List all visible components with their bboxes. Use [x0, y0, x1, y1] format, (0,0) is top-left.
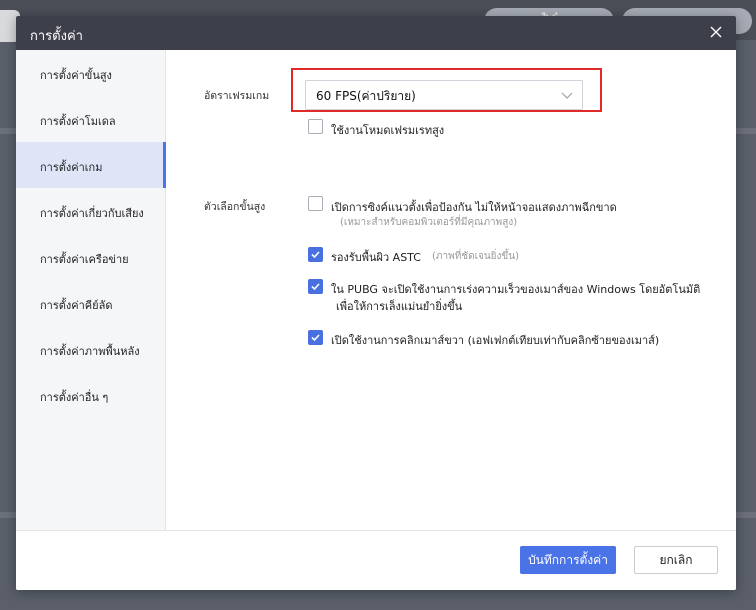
mouse-acceleration-checkbox[interactable] — [308, 279, 323, 294]
sidebar-item-label: การตั้งค่าเกี่ยวกับเสียง — [40, 207, 144, 220]
check-icon — [311, 283, 320, 291]
dialog-titlebar: การตั้งค่า — [16, 16, 736, 50]
sidebar-item-label: การตั้งค่าคีย์ลัด — [40, 299, 113, 312]
sidebar-item-wallpaper[interactable]: การตั้งค่าภาพพื้นหลัง — [16, 326, 165, 372]
sidebar-item-advanced[interactable]: การตั้งค่าขั้นสูง — [16, 50, 165, 96]
high-framerate-label: ใช้งานโหมดเฟรมเรทสูง — [331, 124, 445, 137]
dialog-footer: บันทึกการตั้งค่า ยกเลิก — [16, 530, 736, 590]
cancel-button[interactable]: ยกเลิก — [634, 546, 718, 574]
right-click-checkbox[interactable] — [308, 330, 323, 345]
check-icon — [311, 334, 320, 342]
sidebar-item-other[interactable]: การตั้งค่าอื่น ๆ — [16, 372, 165, 418]
sidebar-item-label: การตั้งค่าโมเดล — [40, 115, 116, 128]
framerate-selected-value: 60 FPS(ค่าปริยาย) — [316, 89, 416, 103]
mouse-acceleration-label: ใน PUBG จะเปิดใช้งานการเร่งความเร็วของเม… — [331, 283, 701, 296]
framerate-select[interactable]: 60 FPS(ค่าปริยาย) — [305, 80, 583, 110]
close-icon[interactable] — [708, 24, 724, 40]
sidebar-item-audio[interactable]: การตั้งค่าเกี่ยวกับเสียง — [16, 188, 165, 234]
settings-sidebar: การตั้งค่าขั้นสูง การตั้งค่าโมเดล การตั้… — [16, 50, 166, 530]
high-framerate-checkbox[interactable] — [308, 119, 323, 134]
vsync-checkbox[interactable] — [308, 196, 323, 211]
sidebar-item-shortcuts[interactable]: การตั้งค่าคีย์ลัด — [16, 280, 165, 326]
sidebar-item-label: การตั้งค่าภาพพื้นหลัง — [40, 345, 140, 358]
sidebar-item-label: การตั้งค่าอื่น ๆ — [40, 391, 109, 404]
sidebar-item-label: การตั้งค่าขั้นสูง — [40, 69, 112, 82]
sidebar-item-model[interactable]: การตั้งค่าโมเดล — [16, 96, 165, 142]
settings-content: อัตราเฟรมเกม 60 FPS(ค่าปริยาย) ใช้งานโหม… — [166, 50, 736, 530]
vsync-label: เปิดการซิงค์แนวตั้งเพื่อป้องกัน ไม่ให้หน… — [331, 201, 617, 214]
sidebar-item-label: การตั้งค่าเครือข่าย — [40, 253, 129, 266]
chevron-down-icon — [561, 92, 573, 99]
sidebar-item-label: การตั้งค่าเกม — [40, 161, 103, 174]
settings-dialog: การตั้งค่า การตั้งค่าขั้นสูง การตั้งค่าโ… — [16, 16, 736, 590]
sidebar-item-game[interactable]: การตั้งค่าเกม — [16, 142, 166, 188]
framerate-label: อัตราเฟรมเกม — [204, 90, 270, 102]
sidebar-item-network[interactable]: การตั้งค่าเครือข่าย — [16, 234, 165, 280]
save-settings-button[interactable]: บันทึกการตั้งค่า — [520, 546, 616, 574]
advanced-options-label: ตัวเลือกขั้นสูง — [204, 201, 266, 213]
right-click-label: เปิดใช้งานการคลิกเมาส์ขวา (เอฟเฟกต์เทียบ… — [331, 334, 660, 347]
dialog-title: การตั้งค่า — [30, 29, 83, 44]
astc-note: (ภาพที่ชัดเจนยิ่งขึ้น) — [432, 251, 520, 262]
astc-checkbox[interactable] — [308, 247, 323, 262]
vsync-note: (เหมาะสำหรับคอมพิวเตอร์ที่มีคุณภาพสูง) — [340, 217, 518, 228]
astc-label: รองรับพื้นผิว ASTC — [331, 251, 421, 264]
check-icon — [311, 251, 320, 259]
mouse-acceleration-label-line2: เพื่อให้การเล็งแม่นยำยิ่งขึ้น — [336, 300, 463, 313]
